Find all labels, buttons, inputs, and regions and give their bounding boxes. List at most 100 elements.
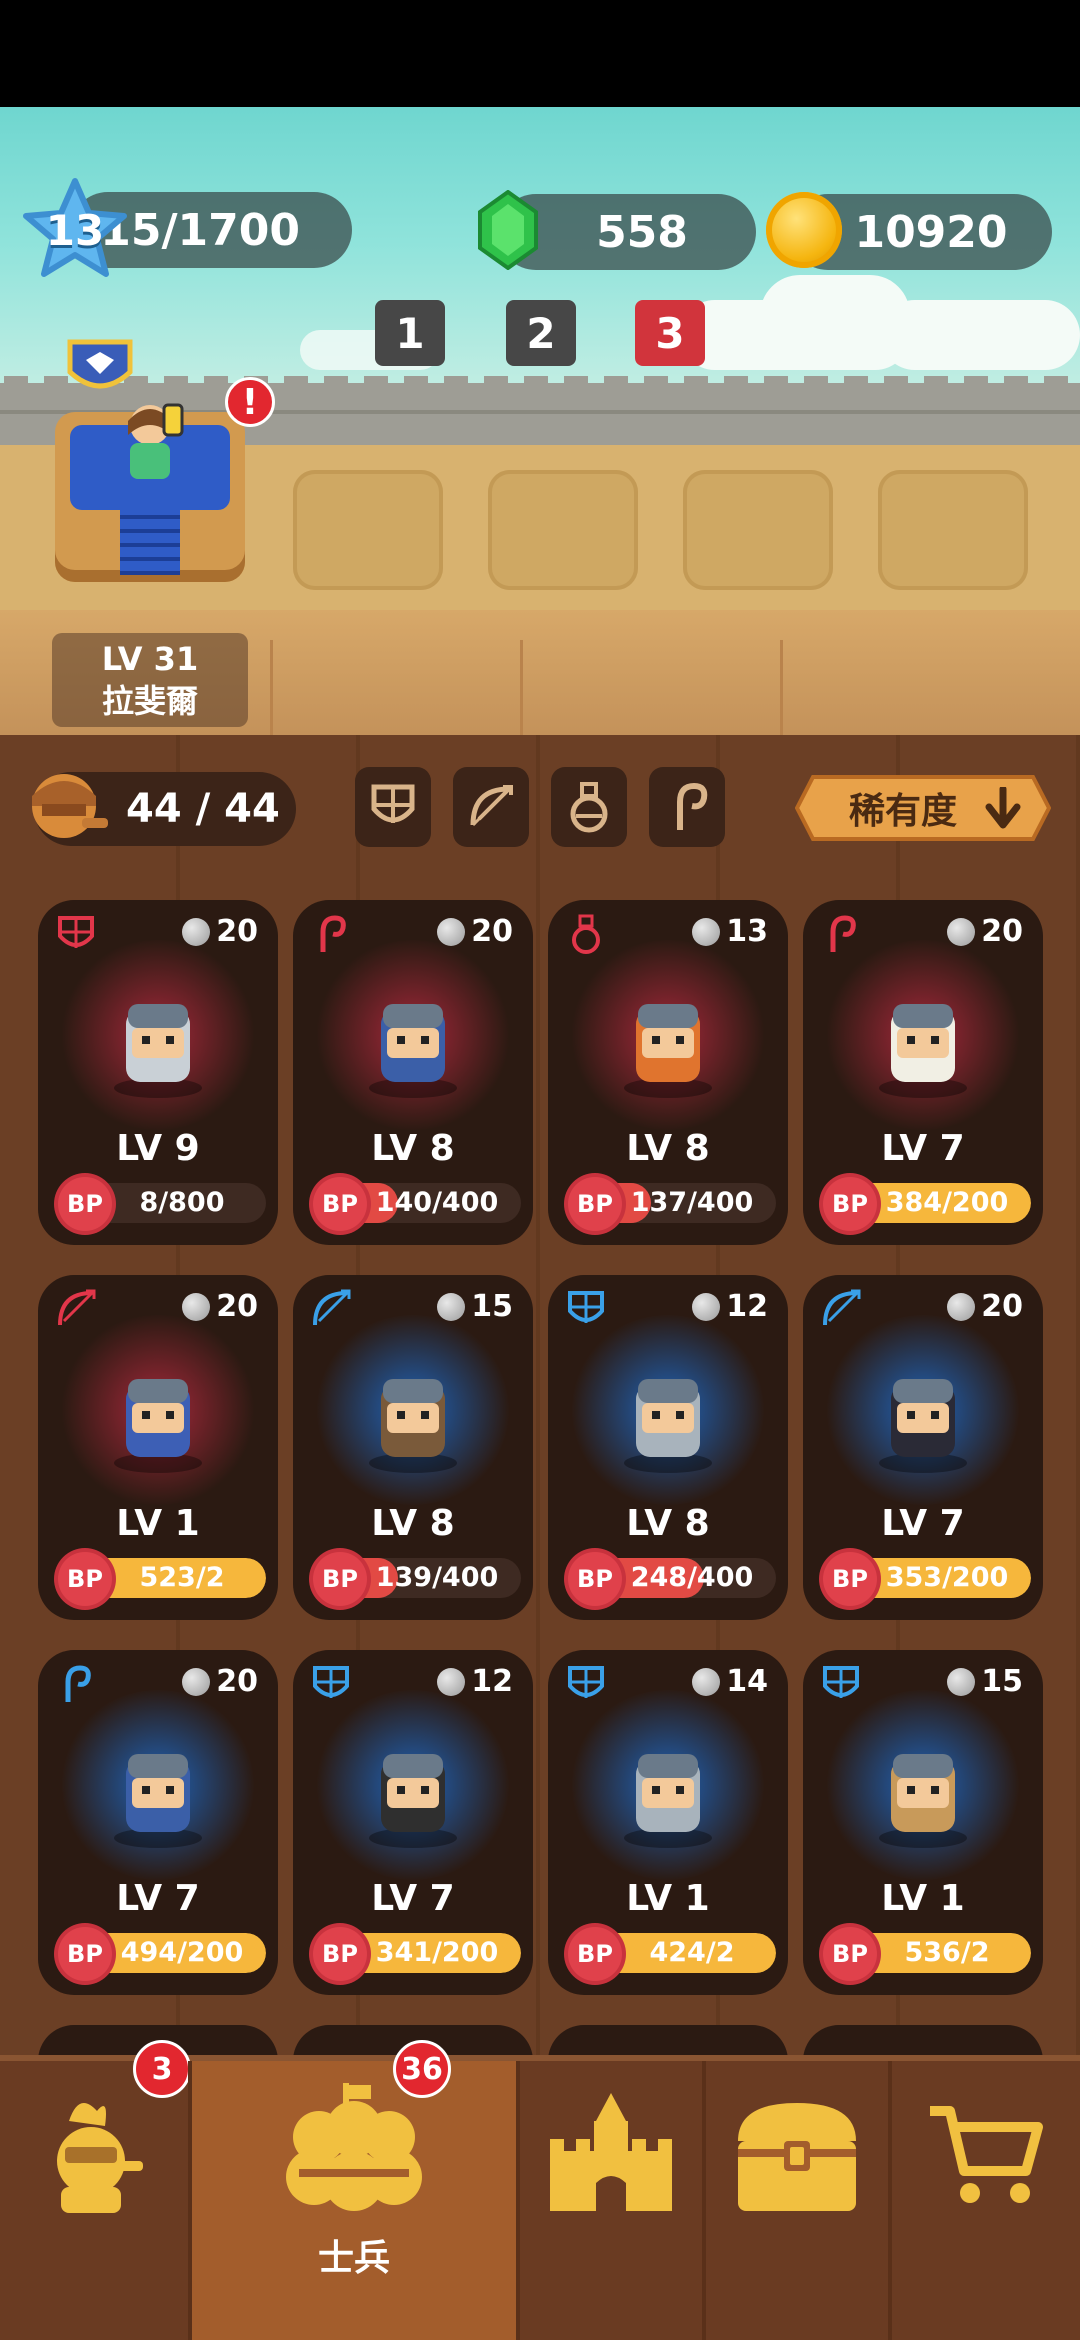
deploy-slot-4[interactable] <box>878 470 1028 590</box>
shield-icon <box>566 1289 606 1329</box>
bandit-icon <box>353 1720 473 1850</box>
unit-card[interactable]: 20 LV 7 353/200 BP <box>803 1275 1043 1620</box>
filter-potion-button[interactable] <box>551 767 627 847</box>
card-cost: 15 <box>437 1289 513 1324</box>
divider <box>520 640 523 735</box>
staff-icon <box>56 1664 96 1704</box>
sort-label: 稀有度 <box>848 791 957 832</box>
card-level: LV 7 <box>881 1128 965 1169</box>
card-level: LV 7 <box>116 1878 200 1919</box>
card-cost-value: 15 <box>471 1289 513 1324</box>
card-level: LV 1 <box>626 1878 710 1919</box>
bow-icon <box>470 785 513 827</box>
unit-card[interactable]: 20 LV 7 384/200 BP <box>803 900 1043 1245</box>
hero-label[interactable]: LV 31 拉斐爾 <box>52 633 248 727</box>
unit-card[interactable]: 20 LV 8 140/400 BP <box>293 900 533 1245</box>
silver-coin-icon <box>182 1292 211 1321</box>
nav-tab-chest[interactable] <box>706 2061 888 2340</box>
shield-knight-icon <box>608 1345 728 1475</box>
deploy-slot-3[interactable] <box>683 470 833 590</box>
bp-badge-icon: BP <box>823 1927 877 1981</box>
rank-shield-icon <box>67 339 133 389</box>
shield-icon <box>566 1664 606 1704</box>
wall-crenel <box>1004 376 1028 392</box>
card-cost-value: 12 <box>471 1664 513 1699</box>
wall-crenel <box>404 376 428 392</box>
hero-tower-stairs <box>120 505 180 575</box>
card-level: LV 8 <box>626 1503 710 1544</box>
card-level: LV 7 <box>881 1503 965 1544</box>
thunder-mage-icon <box>353 970 473 1100</box>
bp-badge-icon: BP <box>58 1177 112 1231</box>
hero-portrait-icon[interactable] <box>110 395 190 485</box>
unit-card[interactable]: 20 LV 7 494/200 BP <box>38 1650 278 1995</box>
wave-button-1[interactable]: 1 <box>375 300 445 366</box>
staff-icon <box>821 914 861 954</box>
filter-staff-button[interactable] <box>649 767 725 847</box>
iron-knight-icon <box>608 1720 728 1850</box>
game-screen: 15/1700 13 558 10920 1 2 3 ! LV 31 拉斐爾 4… <box>0 0 1080 2340</box>
hero-name: 拉斐爾 <box>101 682 198 720</box>
nav-tab-hero[interactable] <box>0 2061 188 2340</box>
bp-badge-icon: BP <box>568 1927 622 1981</box>
bp-badge-icon: BP <box>58 1927 112 1981</box>
deploy-slot-2[interactable] <box>488 470 638 590</box>
card-cost: 20 <box>437 914 513 949</box>
nav-soldiers-label: 士兵 <box>317 2238 390 2279</box>
wall-crenel <box>164 376 188 392</box>
unit-card[interactable]: 12 LV 7 341/200 BP <box>293 1650 533 1995</box>
shield-icon <box>371 784 415 823</box>
gem-icon <box>478 190 538 270</box>
unit-card[interactable]: 20 LV 1 523/2 BP <box>38 1275 278 1620</box>
wave-button-2[interactable]: 2 <box>506 300 576 366</box>
unit-card[interactable]: 20 LV 9 8/800 BP <box>38 900 278 1245</box>
wall-crenel <box>724 376 748 392</box>
hero-alert-badge: ! <box>225 377 275 427</box>
wall-crenel <box>964 376 988 392</box>
unit-card[interactable]: 14 LV 1 424/2 BP <box>548 1650 788 1995</box>
axe-thrower-icon <box>98 1345 218 1475</box>
card-cost: 13 <box>692 914 768 949</box>
bp-badge-icon: BP <box>823 1552 877 1606</box>
card-cost-value: 20 <box>471 914 513 949</box>
bp-badge-icon: BP <box>568 1552 622 1606</box>
unit-card[interactable]: 15 LV 8 139/400 BP <box>293 1275 533 1620</box>
wall-crenel <box>564 376 588 392</box>
filter-bow-button[interactable] <box>453 767 529 847</box>
card-cost: 15 <box>947 1664 1023 1699</box>
card-cost-value: 13 <box>726 914 768 949</box>
wall-crenel <box>644 376 668 392</box>
shield-icon <box>821 1664 861 1704</box>
card-cost: 12 <box>437 1664 513 1699</box>
deploy-slot-1[interactable] <box>293 470 443 590</box>
wall-crenel <box>684 376 708 392</box>
bow-icon <box>821 1289 861 1329</box>
potion-icon <box>566 914 606 954</box>
shopping-cart-icon <box>930 2106 1043 2203</box>
troop-count-text: 44 / 44 <box>126 786 280 832</box>
silver-coin-icon <box>692 1667 721 1696</box>
wall-crenel <box>284 376 308 392</box>
unit-card[interactable]: 12 LV 8 248/400 BP <box>548 1275 788 1620</box>
barrel-brute-icon <box>863 1720 983 1850</box>
card-cost-value: 12 <box>726 1289 768 1324</box>
bow-icon <box>56 1289 96 1329</box>
nav-tab-castle[interactable] <box>520 2061 702 2340</box>
player-level: 13 <box>45 205 105 255</box>
falconer-icon <box>353 1345 473 1475</box>
unit-card[interactable]: 13 LV 8 137/400 BP <box>548 900 788 1245</box>
bp-badge-icon: BP <box>823 1177 877 1231</box>
nav-tab-shop[interactable] <box>892 2061 1080 2340</box>
filter-shield-button[interactable] <box>355 767 431 847</box>
card-cost-value: 20 <box>216 1664 258 1699</box>
unit-card[interactable]: 15 LV 1 536/2 BP <box>803 1650 1043 1995</box>
card-cost-value: 14 <box>726 1664 768 1699</box>
silver-coin-icon <box>437 917 466 946</box>
staff-icon <box>311 914 351 954</box>
card-cost: 20 <box>182 914 258 949</box>
player-level-star-icon[interactable]: 13 <box>20 175 130 285</box>
sort-rarity-button[interactable]: 稀有度 <box>795 773 1051 843</box>
wall-crenel <box>484 376 508 392</box>
nav-tab-soldiers[interactable]: 士兵 <box>192 2061 516 2340</box>
wave-button-3[interactable]: 3 <box>635 300 705 366</box>
